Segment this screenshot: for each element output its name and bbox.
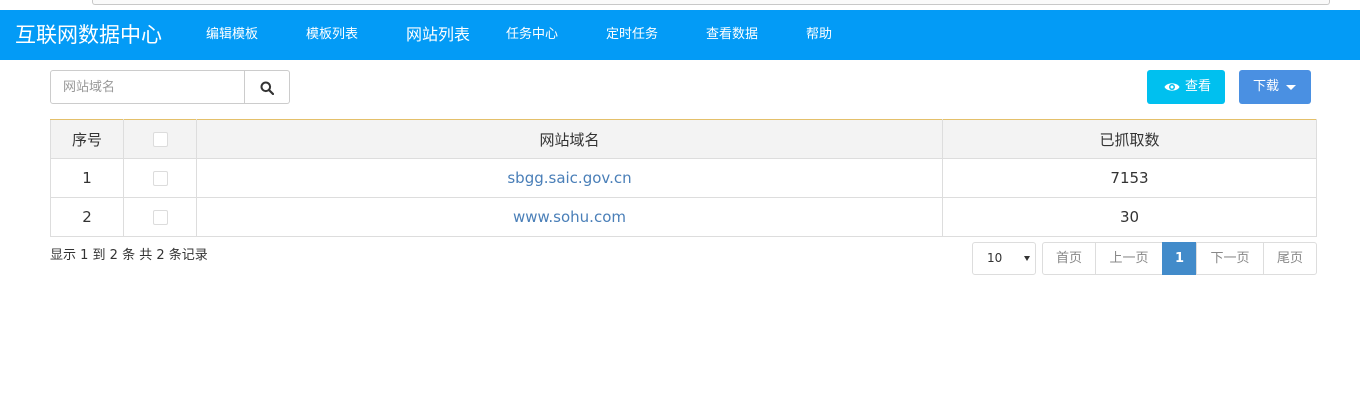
row-domain-cell: www.sohu.com	[196, 197, 943, 237]
nav-item-view-data[interactable]: 查看数据	[706, 10, 758, 60]
browser-frame-fragment	[92, 0, 1330, 5]
table-row: 2 www.sohu.com 30	[50, 197, 1317, 237]
row-select-cell	[123, 158, 197, 198]
caret-down-icon	[1286, 85, 1296, 90]
brand-title[interactable]: 互联网数据中心	[15, 22, 162, 48]
nav-item-template-list[interactable]: 模板列表	[306, 10, 358, 60]
nav-item-scheduled-tasks[interactable]: 定时任务	[606, 10, 658, 60]
browser-top-strip	[0, 0, 1360, 10]
row-domain-cell: sbgg.saic.gov.cn	[196, 158, 943, 198]
eye-icon	[1164, 83, 1180, 91]
page-current[interactable]: 1	[1162, 242, 1197, 275]
table-row: 1 sbgg.saic.gov.cn 7153	[50, 158, 1317, 198]
nav-item-task-center[interactable]: 任务中心	[506, 10, 558, 60]
view-button-label: 查看	[1185, 79, 1212, 94]
pagination: 首页 上一页 1 下一页 尾页	[1042, 242, 1317, 275]
nav-item-help[interactable]: 帮助	[806, 10, 832, 60]
page-next[interactable]: 下一页	[1196, 242, 1264, 275]
records-summary: 显示 1 到 2 条 共 2 条记录	[50, 248, 208, 263]
table-header-row: 序号 网站域名 已抓取数	[50, 119, 1317, 159]
column-header-select	[123, 119, 197, 159]
domain-link[interactable]: sbgg.saic.gov.cn	[507, 169, 631, 187]
select-arrow-icon	[1024, 256, 1030, 261]
download-button-label: 下载	[1253, 79, 1280, 94]
site-table: 序号 网站域名 已抓取数 1 sbgg.saic.gov.cn 7153 2 w…	[50, 119, 1317, 237]
row-count: 30	[942, 197, 1317, 237]
page-size-select[interactable]: 10	[972, 242, 1036, 275]
page-last[interactable]: 尾页	[1263, 242, 1317, 275]
row-select-cell	[123, 197, 197, 237]
select-all-checkbox[interactable]	[152, 132, 168, 147]
column-header-count[interactable]: 已抓取数	[942, 119, 1317, 159]
search-input[interactable]	[50, 70, 245, 104]
row-index: 1	[50, 158, 124, 198]
row-index: 2	[50, 197, 124, 237]
download-dropdown-button[interactable]: 下载	[1239, 70, 1311, 104]
row-count: 7153	[942, 158, 1317, 198]
row-checkbox[interactable]	[152, 171, 168, 186]
search-group	[50, 70, 290, 104]
navbar: 互联网数据中心 编辑模板 模板列表 网站列表 任务中心 定时任务 查看数据 帮助	[0, 10, 1360, 60]
row-checkbox[interactable]	[152, 210, 168, 225]
nav-item-edit-template[interactable]: 编辑模板	[206, 10, 258, 60]
view-button[interactable]: 查看	[1147, 70, 1225, 104]
nav-item-site-list[interactable]: 网站列表	[406, 10, 470, 60]
page-prev[interactable]: 上一页	[1095, 242, 1163, 275]
search-button[interactable]	[245, 70, 290, 104]
column-header-index: 序号	[50, 119, 124, 159]
column-header-domain[interactable]: 网站域名	[196, 119, 943, 159]
page-first[interactable]: 首页	[1042, 242, 1096, 275]
domain-link[interactable]: www.sohu.com	[513, 208, 626, 226]
search-icon	[260, 81, 274, 95]
page-size-value: 10	[987, 251, 1003, 265]
